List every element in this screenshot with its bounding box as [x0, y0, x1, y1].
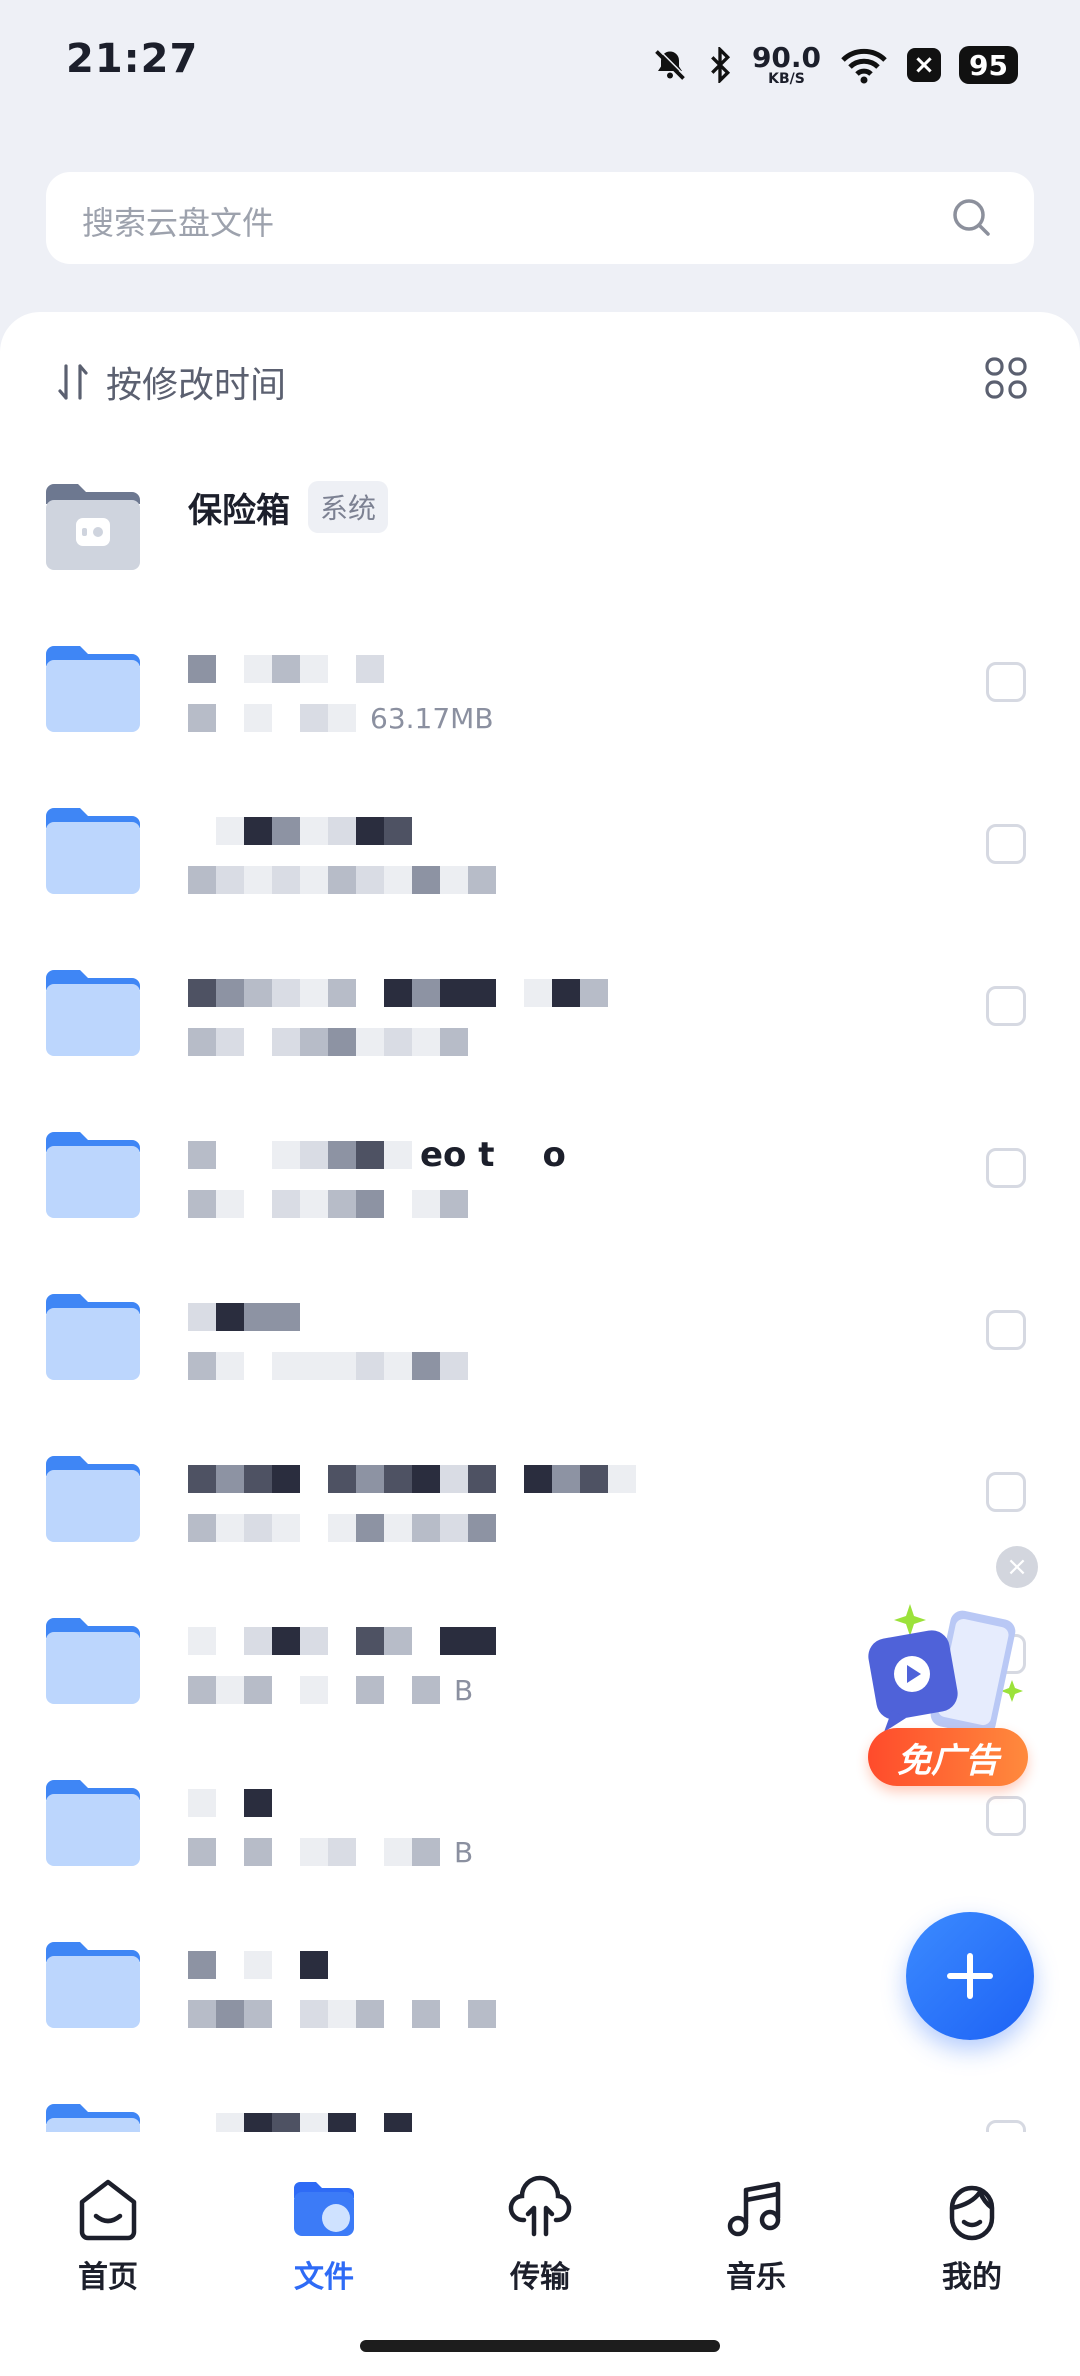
folder-size: 63.17MB	[370, 701, 494, 735]
vault-name: 保险箱	[188, 490, 290, 531]
folder-meta-redacted	[188, 1992, 496, 2036]
status-time: 21:27	[66, 36, 199, 82]
select-checkbox[interactable]	[986, 2120, 1026, 2132]
folder-name-fragment: eo t	[420, 1135, 495, 1175]
folder-name-redacted	[188, 2104, 412, 2132]
folder-icon	[46, 1780, 140, 1866]
profile-icon	[949, 2185, 995, 2241]
transfer-icon	[508, 2175, 572, 2237]
select-checkbox[interactable]	[986, 1310, 1026, 1350]
folder-icon	[46, 1942, 140, 2028]
folder-name-redacted	[188, 970, 608, 1016]
select-checkbox[interactable]	[986, 824, 1026, 864]
folder-row[interactable]: eo t o	[0, 1088, 1080, 1250]
x-badge-icon: ×	[907, 48, 942, 82]
folder-name-redacted	[188, 1618, 496, 1664]
add-button[interactable]	[906, 1912, 1034, 2040]
folder-name-redacted	[188, 646, 384, 692]
folder-name-redacted	[188, 1780, 272, 1826]
grid-view-icon[interactable]	[984, 356, 1028, 400]
folder-row[interactable]	[0, 764, 1080, 926]
select-checkbox[interactable]	[986, 1472, 1026, 1512]
tab-files[interactable]: 文件	[244, 2174, 404, 2304]
select-checkbox[interactable]	[986, 986, 1026, 1026]
music-icon	[727, 2181, 781, 2237]
folder-icon	[46, 1294, 140, 1380]
tab-label: 首页	[78, 2260, 138, 2295]
folder-icon	[46, 1456, 140, 1542]
network-speed-unit: KB/S	[768, 71, 805, 87]
folder-name-partial: eo t o	[188, 1132, 566, 1178]
home-indicator[interactable]	[360, 2340, 720, 2352]
plus-icon	[947, 1953, 993, 1999]
bluetooth-icon	[711, 47, 731, 83]
ad-free-promo[interactable]: 免广告	[852, 1598, 1034, 1794]
folder-name-redacted	[188, 808, 412, 854]
vault-folder-icon	[46, 484, 140, 570]
select-checkbox[interactable]	[986, 1796, 1026, 1836]
folder-icon	[46, 970, 140, 1056]
folder-meta: B	[188, 1668, 473, 1712]
folder-meta-redacted	[188, 1344, 468, 1388]
select-checkbox[interactable]	[986, 1148, 1026, 1188]
folder-icon	[46, 2104, 140, 2132]
home-icon	[79, 2179, 137, 2241]
file-list-panel: 按修改时间 保险箱 系统 63.17MB eo t o B B	[0, 312, 1080, 2132]
system-tag: 系统	[308, 481, 389, 533]
select-checkbox[interactable]	[986, 662, 1026, 702]
files-icon	[294, 2182, 354, 2236]
folder-icon	[46, 646, 140, 732]
search-icon[interactable]	[950, 196, 994, 240]
tab-label: 我的	[942, 2260, 1002, 2295]
tab-music[interactable]: 音乐	[676, 2174, 836, 2304]
tab-profile[interactable]: 我的	[892, 2174, 1052, 2304]
folder-row[interactable]	[0, 2060, 1080, 2132]
vault-row[interactable]: 保险箱 系统	[0, 440, 1080, 602]
network-speed: 90.0 KB/S	[751, 41, 822, 87]
network-speed-value: 90.0	[751, 41, 822, 74]
folder-row[interactable]	[0, 1412, 1080, 1574]
folder-row[interactable]	[0, 1250, 1080, 1412]
sort-label: 按修改时间	[106, 365, 287, 406]
folder-name-redacted	[188, 1942, 328, 1988]
tab-transfer[interactable]: 传输	[460, 2174, 620, 2304]
search-bar[interactable]: 搜索云盘文件	[46, 172, 1034, 264]
battery-level: 95	[959, 46, 1018, 84]
folder-meta-redacted	[188, 1506, 496, 1550]
folder-icon	[46, 1618, 140, 1704]
status-bar: 21:27 90.0 KB/S × 95	[0, 0, 1080, 120]
search-input[interactable]: 搜索云盘文件	[82, 198, 274, 244]
bell-muted-icon	[655, 48, 687, 80]
tab-label: 音乐	[726, 2260, 786, 2295]
folder-meta: B	[188, 1830, 473, 1874]
tab-home[interactable]: 首页	[28, 2174, 188, 2304]
folder-meta-redacted	[188, 1020, 468, 1064]
folder-name-redacted	[188, 1456, 636, 1502]
tab-label: 文件	[294, 2260, 354, 2295]
ad-free-label: 免广告	[868, 1728, 1028, 1786]
ad-close-button[interactable]: ×	[996, 1546, 1038, 1588]
folder-meta-redacted	[188, 858, 496, 902]
vault-title: 保险箱 系统	[188, 481, 389, 533]
folder-icon	[46, 808, 140, 894]
folder-icon	[46, 1132, 140, 1218]
wifi-icon	[841, 48, 887, 84]
folder-row[interactable]: 63.17MB	[0, 602, 1080, 764]
folder-name-fragment-2: o	[542, 1135, 566, 1175]
folder-meta-redacted	[188, 1182, 468, 1226]
sort-button[interactable]: 按修改时间	[56, 352, 286, 412]
folder-meta: 63.17MB	[188, 696, 494, 740]
status-icons: 90.0 KB/S × 95	[652, 40, 1018, 90]
folder-row[interactable]	[0, 926, 1080, 1088]
phone-play-icon	[868, 1604, 1023, 1736]
folder-size: B	[454, 1835, 474, 1869]
folder-name-redacted	[188, 1294, 300, 1340]
tab-label: 传输	[510, 2260, 570, 2295]
sort-icon	[58, 364, 88, 400]
folder-size: B	[454, 1673, 474, 1707]
